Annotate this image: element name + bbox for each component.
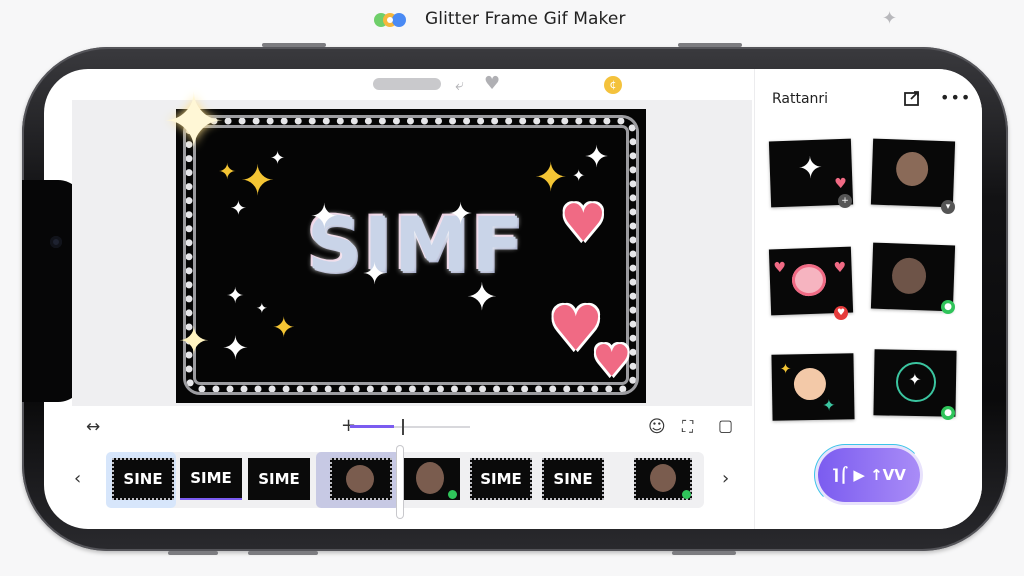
face-sticker: [346, 465, 374, 493]
sparkle-icon: ✦: [797, 150, 824, 187]
sparkle-icon: ✦: [222, 329, 249, 367]
heart-sticker: ♥: [560, 194, 607, 254]
emoji-icon[interactable]: ☺: [648, 419, 666, 436]
crop-icon[interactable]: ⛶: [682, 419, 693, 435]
face-sticker: [650, 464, 676, 492]
sparkle-icon: ✦: [256, 301, 268, 317]
camera-icon: [50, 236, 62, 248]
app-title: Glitter Frame Gif Maker: [425, 9, 626, 29]
frame-thumbnail[interactable]: SIME: [470, 458, 532, 500]
heart-sticker: ♥: [592, 336, 632, 387]
frame-thumbnail[interactable]: SINE: [542, 458, 604, 500]
more-icon[interactable]: •••: [940, 88, 971, 107]
folder-icon[interactable]: ▢: [718, 418, 733, 434]
badge-icon: [448, 490, 457, 499]
app-logo-icon: [374, 13, 406, 27]
share-icon[interactable]: [903, 89, 921, 107]
panel-title: Rattanri: [772, 91, 829, 107]
badge-icon: [682, 490, 691, 499]
sparkle-icon: ✦: [822, 395, 836, 415]
template-thumbnail[interactable]: ✦ ✦: [771, 353, 855, 421]
sparkle-icon: ✦: [584, 140, 610, 175]
coin-icon[interactable]: ¢: [604, 76, 622, 94]
badge-icon: ●: [941, 406, 955, 420]
sparkle-icon: ✦: [218, 160, 237, 185]
sparkle-icon: ✦: [272, 311, 296, 344]
heart-icon: ♥: [773, 259, 787, 277]
badge-icon: +: [838, 194, 852, 208]
sparkle-icon: ✦: [534, 155, 568, 201]
frame-thumbnail[interactable]: SIME: [180, 458, 242, 500]
sparkle-icon: ✦: [448, 197, 474, 232]
sparkle-icon: ✦: [907, 369, 922, 390]
resize-arrows-icon[interactable]: ↔: [86, 419, 100, 436]
badge-icon: ♥: [834, 306, 848, 320]
chevron-left-icon[interactable]: ‹: [74, 468, 81, 489]
sparkle-icon: ✦: [226, 284, 245, 309]
sparkle-icon: ✦: [270, 148, 286, 169]
sparkle-icon[interactable]: ✦: [882, 8, 897, 29]
undo-icon[interactable]: ⤶: [455, 77, 464, 93]
sparkle-icon: ✦: [230, 196, 247, 220]
badge-icon: ▾: [941, 200, 955, 214]
heart-icon: ♥: [833, 259, 847, 277]
sparkle-icon: ✦: [779, 361, 792, 378]
frame-thumbnail[interactable]: SIME: [248, 458, 310, 500]
sparkle-icon: ✦: [178, 319, 210, 363]
speed-slider-fill: [350, 425, 394, 428]
top-pill: [373, 78, 441, 90]
timeline-playhead[interactable]: [397, 446, 403, 518]
face-sticker: [416, 462, 444, 494]
face-sticker: [791, 263, 827, 297]
face-sticker: [895, 151, 929, 187]
speed-slider-thumb[interactable]: [402, 419, 404, 435]
sparkle-icon: ✦: [466, 275, 498, 319]
title-bar: Glitter Frame Gif Maker ✦: [0, 0, 1024, 40]
frame-thumbnail[interactable]: SINE: [112, 458, 174, 500]
sparkle-icon: ✦: [572, 166, 586, 185]
chevron-right-icon[interactable]: ›: [722, 468, 729, 489]
sparkle-icon: ✦: [162, 77, 226, 166]
sparkle-icon: ✦: [362, 257, 388, 292]
template-thumbnail[interactable]: [870, 138, 956, 208]
heart-icon[interactable]: ♥: [484, 75, 500, 93]
sparkle-icon: ✦: [310, 197, 339, 237]
face-sticker: [891, 257, 927, 295]
heart-icon: ♥: [834, 175, 848, 193]
export-button[interactable]: ⌉⌠ ▶ ↑VV: [818, 448, 920, 502]
badge-icon: ●: [941, 300, 955, 314]
